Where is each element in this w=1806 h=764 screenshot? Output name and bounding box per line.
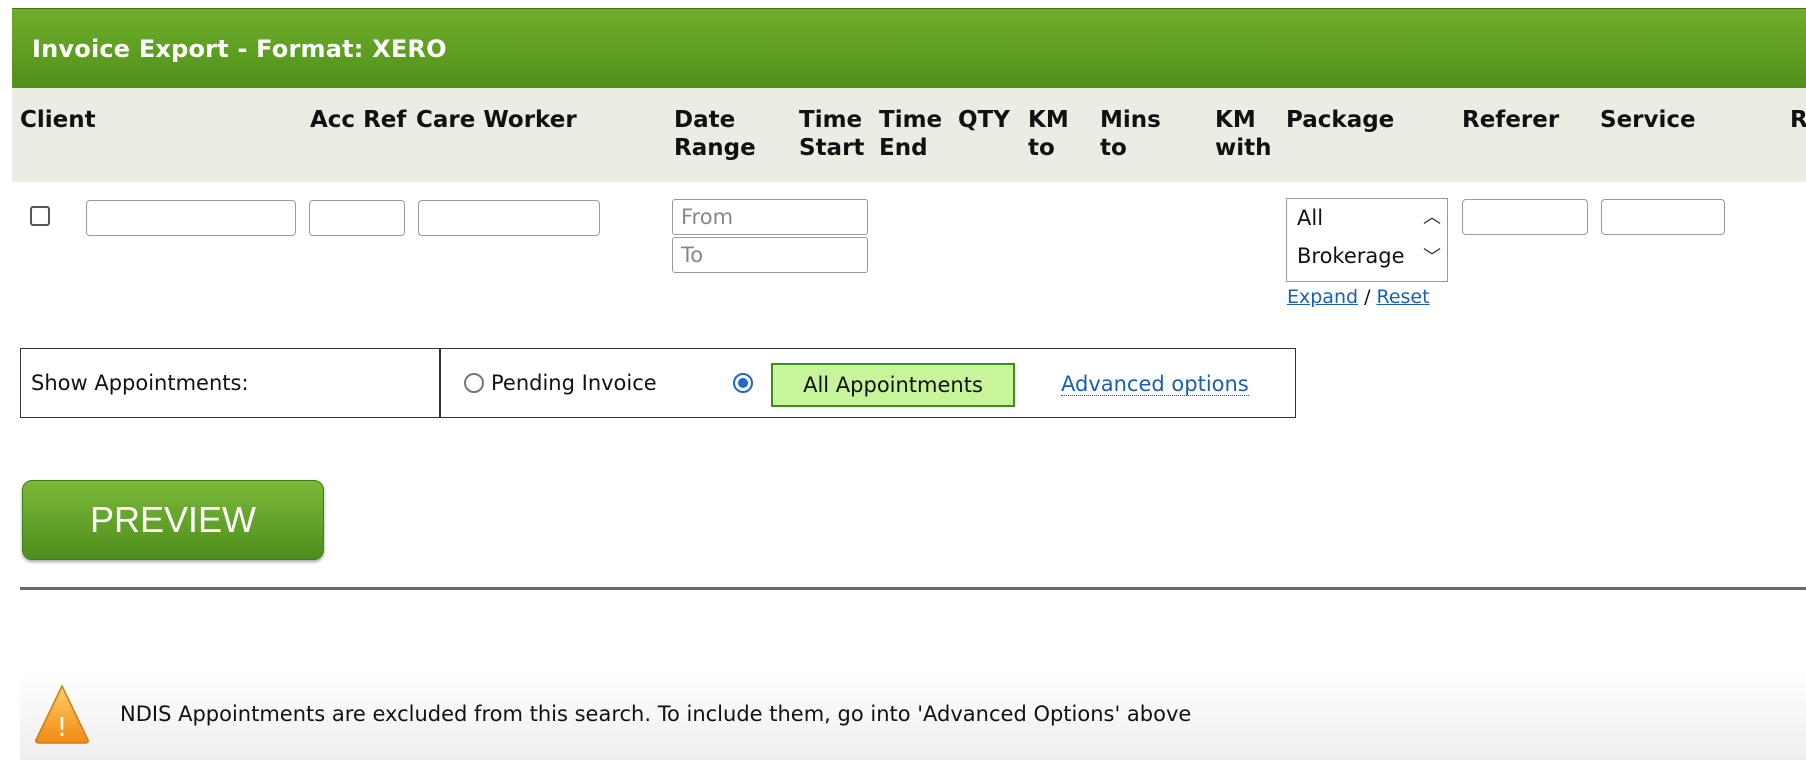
col-package: Package: [1286, 107, 1395, 133]
package-option-brokerage[interactable]: Brokerage: [1297, 237, 1415, 275]
title-bar: Invoice Export - Format: XERO: [12, 8, 1806, 89]
show-appointments-label: Show Appointments:: [31, 371, 249, 395]
divider-line: [20, 587, 1806, 590]
pending-invoice-label[interactable]: Pending Invoice: [491, 371, 657, 395]
col-mins-to: Mins to: [1100, 107, 1161, 161]
reset-link[interactable]: Reset: [1376, 286, 1429, 308]
warning-mark: !: [57, 713, 67, 743]
package-select[interactable]: All Brokerage ︿ ﹀: [1286, 198, 1448, 282]
col-truncated: R: [1790, 107, 1806, 133]
client-filter-input[interactable]: [86, 200, 296, 236]
col-date-range: Date Range: [674, 107, 756, 161]
panel-divider: [439, 349, 441, 417]
link-separator: /: [1364, 286, 1371, 308]
col-time-start: Time Start: [799, 107, 865, 161]
expand-link[interactable]: Expand: [1287, 286, 1358, 308]
warning-text: NDIS Appointments are excluded from this…: [120, 702, 1192, 726]
all-appointments-option[interactable]: All Appointments: [771, 363, 1015, 407]
referer-filter-input[interactable]: [1462, 199, 1588, 235]
chevron-up-icon[interactable]: ︿: [1423, 199, 1441, 237]
package-links: Expand / Reset: [1287, 286, 1430, 308]
all-appointments-radio[interactable]: [733, 373, 753, 393]
col-time-end: Time End: [879, 107, 943, 161]
col-acc-ref: Acc Ref: [310, 107, 407, 133]
pending-invoice-radio[interactable]: [464, 373, 484, 393]
invoice-export-page: Invoice Export - Format: XERO Client Acc…: [0, 0, 1806, 764]
acc-ref-filter-input[interactable]: [309, 200, 405, 236]
col-service: Service: [1600, 107, 1696, 133]
col-km-to: KM to: [1028, 107, 1069, 161]
care-worker-filter-input[interactable]: [418, 200, 600, 236]
show-appointments-panel: Show Appointments: Pending Invoice All A…: [20, 348, 1296, 418]
col-care-worker: Care Worker: [416, 107, 577, 133]
advanced-options-link[interactable]: Advanced options: [1061, 373, 1249, 396]
package-option-all[interactable]: All: [1297, 199, 1415, 237]
col-qty: QTY: [958, 107, 1010, 133]
preview-button[interactable]: PREVIEW: [22, 480, 324, 560]
service-filter-input[interactable]: [1601, 199, 1725, 235]
select-all-checkbox[interactable]: [30, 206, 50, 226]
column-header-row: Client Acc Ref Care Worker Date Range Ti…: [12, 88, 1806, 182]
col-client: Client: [20, 107, 96, 133]
page-title: Invoice Export - Format: XERO: [32, 35, 447, 63]
warning-banner: ! NDIS Appointments are excluded from th…: [20, 672, 1806, 760]
col-referer: Referer: [1462, 107, 1560, 133]
date-to-input[interactable]: To: [672, 237, 868, 273]
chevron-down-icon[interactable]: ﹀: [1423, 239, 1441, 277]
date-from-input[interactable]: From: [672, 199, 868, 235]
warning-icon: !: [35, 684, 89, 744]
col-km-with: KM with: [1215, 107, 1272, 161]
